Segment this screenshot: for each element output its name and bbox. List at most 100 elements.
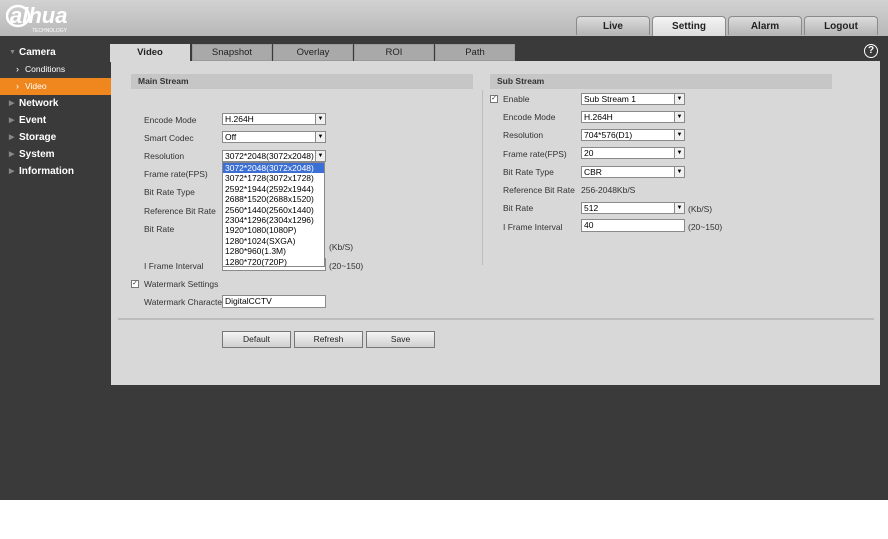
sidebar-item-network[interactable]: ▶ Network bbox=[0, 95, 111, 112]
sub-bit-rate-unit: (Kb/S) bbox=[688, 204, 713, 214]
sub-resolution-value: 704*576(D1) bbox=[584, 130, 633, 140]
nav-tab-live[interactable]: Live bbox=[576, 16, 650, 35]
sidebar-item-information[interactable]: ▶ Information bbox=[0, 163, 111, 180]
nav-tab-alarm[interactable]: Alarm bbox=[728, 16, 802, 35]
sub-bit-rate-type-label: Bit Rate Type bbox=[503, 167, 554, 177]
smart-codec-select[interactable]: Off ▼ bbox=[222, 131, 326, 143]
resolution-option[interactable]: 2560*1440(2560x1440) bbox=[223, 205, 324, 215]
tab-path[interactable]: Path bbox=[435, 44, 515, 61]
reference-bit-rate-label: Reference Bit Rate bbox=[144, 206, 216, 216]
chevron-down-icon: ▼ bbox=[674, 130, 684, 140]
enable-label: Enable bbox=[503, 94, 530, 104]
sub-resolution-select[interactable]: 704*576(D1) ▼ bbox=[581, 129, 685, 141]
chevron-down-icon: ▼ bbox=[674, 203, 684, 213]
sidebar-item-camera[interactable]: ▼ Camera bbox=[0, 44, 111, 61]
section-divider bbox=[482, 90, 483, 265]
sidebar-item-system[interactable]: ▶ System bbox=[0, 146, 111, 163]
encode-mode-value: H.264H bbox=[225, 114, 254, 124]
resolution-option[interactable]: 1280*960(1.3M) bbox=[223, 246, 324, 256]
iframe-interval-label: I Frame Interval bbox=[144, 261, 204, 271]
sub-iframe-interval-range: (20~150) bbox=[688, 222, 723, 232]
resolution-dropdown-list: 3072*2048(3072x2048) 3072*1728(3072x1728)… bbox=[222, 162, 325, 267]
triangle-right-icon: ▶ bbox=[9, 134, 15, 141]
encode-mode-label: Encode Mode bbox=[144, 115, 197, 125]
triangle-down-icon: ▼ bbox=[9, 49, 16, 56]
sub-encode-mode-select[interactable]: H.264H ▼ bbox=[581, 111, 685, 123]
main-stream-header: Main Stream bbox=[131, 74, 473, 89]
chevron-right-icon: › bbox=[16, 64, 19, 74]
sub-frame-rate-select[interactable]: 20 ▼ bbox=[581, 147, 685, 159]
tab-roi[interactable]: ROI bbox=[354, 44, 434, 61]
watermark-checkbox[interactable]: ✓ bbox=[131, 280, 139, 288]
resolution-option[interactable]: 1280*1024(SXGA) bbox=[223, 236, 324, 246]
resolution-option[interactable]: 2592*1944(2592x1944) bbox=[223, 184, 324, 194]
resolution-select[interactable]: 3072*2048(3072x2048) ▼ bbox=[222, 150, 326, 162]
enable-checkbox[interactable]: ✓ bbox=[490, 95, 498, 103]
iframe-interval-range: (20~150) bbox=[329, 261, 364, 271]
watermark-settings-label: Watermark Settings bbox=[144, 279, 219, 289]
sidebar-item-video[interactable]: › Video bbox=[0, 78, 111, 95]
triangle-right-icon: ▶ bbox=[9, 168, 15, 175]
bit-rate-type-label: Bit Rate Type bbox=[144, 187, 195, 197]
chevron-down-icon: ▼ bbox=[674, 112, 684, 122]
sub-frame-rate-label: Frame rate(FPS) bbox=[503, 149, 567, 159]
sub-resolution-label: Resolution bbox=[503, 130, 544, 140]
tab-video[interactable]: Video bbox=[110, 44, 190, 62]
bit-rate-label: Bit Rate bbox=[144, 224, 175, 234]
save-button[interactable]: Save bbox=[366, 331, 435, 348]
nav-tab-logout[interactable]: Logout bbox=[804, 16, 878, 35]
resolution-option[interactable]: 1280*720(720P) bbox=[223, 257, 324, 267]
frame-rate-label: Frame rate(FPS) bbox=[144, 169, 208, 179]
resolution-option[interactable]: 3072*1728(3072x1728) bbox=[223, 173, 324, 183]
sub-stream-value: Sub Stream 1 bbox=[584, 94, 636, 104]
sub-iframe-interval-input[interactable]: 40 bbox=[581, 219, 685, 232]
encode-mode-select[interactable]: H.264H ▼ bbox=[222, 113, 326, 125]
sidebar-item-label: Conditions bbox=[25, 64, 66, 74]
resolution-label: Resolution bbox=[144, 151, 185, 161]
watermark-character-input[interactable]: DigitalCCTV bbox=[222, 295, 326, 308]
resolution-option[interactable]: 3072*2048(3072x2048) bbox=[223, 163, 324, 174]
nav-tab-setting[interactable]: Setting bbox=[652, 16, 726, 36]
chevron-down-icon: ▼ bbox=[315, 132, 325, 142]
tab-snapshot[interactable]: Snapshot bbox=[192, 44, 272, 61]
sidebar-item-label: Storage bbox=[19, 132, 57, 143]
triangle-right-icon: ▶ bbox=[9, 117, 15, 124]
tab-overlay[interactable]: Overlay bbox=[273, 44, 353, 61]
chevron-down-icon: ▼ bbox=[674, 148, 684, 158]
help-icon[interactable]: ? bbox=[864, 44, 878, 58]
chevron-down-icon: ▼ bbox=[315, 151, 325, 161]
header-bar: alhua TECHNOLOGY Live Setting Alarm Logo… bbox=[0, 0, 888, 36]
sub-stream-select[interactable]: Sub Stream 1 ▼ bbox=[581, 93, 685, 105]
sidebar-item-storage[interactable]: ▶ Storage bbox=[0, 129, 111, 146]
sidebar-item-label: Network bbox=[19, 98, 59, 109]
sub-bit-rate-type-value: CBR bbox=[584, 167, 602, 177]
resolution-option[interactable]: 2304*1296(2304x1296) bbox=[223, 215, 324, 225]
smart-codec-label: Smart Codec bbox=[144, 133, 194, 143]
sidebar-item-conditions[interactable]: › Conditions bbox=[0, 61, 111, 78]
resolution-option[interactable]: 2688*1520(2688x1520) bbox=[223, 194, 324, 204]
resolution-option[interactable]: 1920*1080(1080P) bbox=[223, 225, 324, 235]
sub-bit-rate-label: Bit Rate bbox=[503, 203, 534, 213]
default-button[interactable]: Default bbox=[222, 331, 291, 348]
app-window: alhua TECHNOLOGY Live Setting Alarm Logo… bbox=[0, 0, 888, 500]
sub-iframe-interval-label: I Frame Interval bbox=[503, 222, 563, 232]
sub-encode-mode-value: H.264H bbox=[584, 112, 613, 122]
sub-bit-rate-type-select[interactable]: CBR ▼ bbox=[581, 166, 685, 178]
sidebar-item-label: System bbox=[19, 149, 55, 160]
bit-rate-unit: (Kb/S) bbox=[329, 242, 354, 252]
watermark-character-label: Watermark Character bbox=[144, 297, 225, 307]
triangle-right-icon: ▶ bbox=[9, 100, 15, 107]
refresh-button[interactable]: Refresh bbox=[294, 331, 363, 348]
dahua-logo: alhua TECHNOLOGY bbox=[6, 3, 68, 34]
sidebar-item-event[interactable]: ▶ Event bbox=[0, 112, 111, 129]
sub-bit-rate-select[interactable]: 512 ▼ bbox=[581, 202, 685, 214]
sub-reference-bit-rate-value: 256-2048Kb/S bbox=[581, 185, 636, 195]
sidebar-item-label: Information bbox=[19, 166, 74, 177]
chevron-down-icon: ▼ bbox=[674, 94, 684, 104]
sidebar: ▼ Camera › Conditions › Video ▶ Network ▶ Eve… bbox=[0, 44, 111, 180]
logo-tagline: TECHNOLOGY bbox=[32, 28, 68, 34]
sub-stream-header: Sub Stream bbox=[490, 74, 832, 89]
sidebar-item-label: Video bbox=[25, 81, 47, 91]
sidebar-item-label: Event bbox=[19, 115, 47, 126]
logo-text: alhua bbox=[10, 3, 67, 28]
